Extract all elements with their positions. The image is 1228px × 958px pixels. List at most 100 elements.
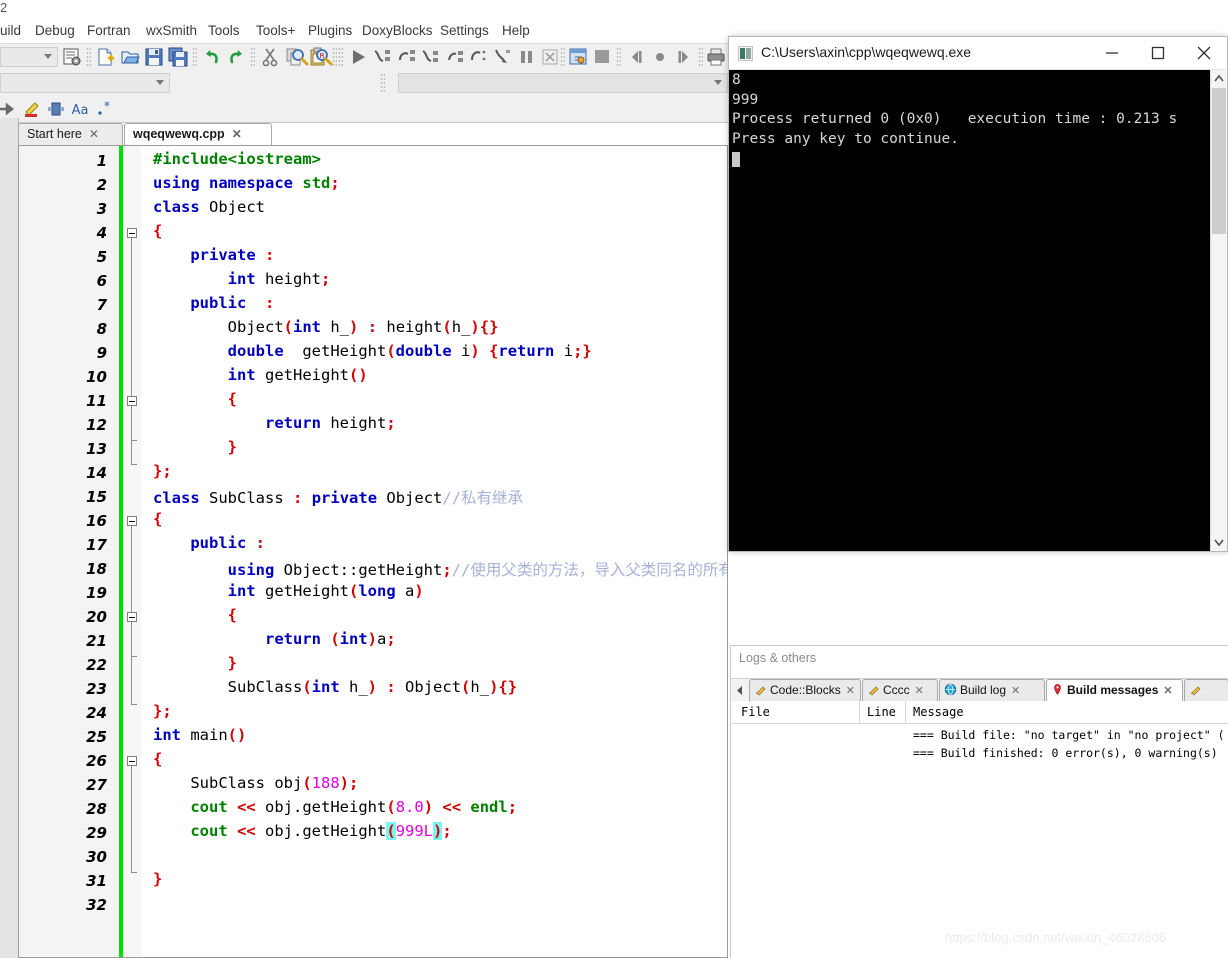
console-close-button[interactable]	[1181, 37, 1227, 69]
scroll-down-icon[interactable]	[1211, 534, 1227, 551]
code-line: int height;	[227, 270, 331, 288]
console-minimize-button[interactable]	[1089, 37, 1135, 69]
code-line: double getHeight(double i) {return i;}	[227, 342, 592, 360]
line-number: 25	[86, 728, 107, 746]
table-row[interactable]: === Build file: "no target" in "no proje…	[913, 728, 1225, 742]
column-divider[interactable]	[859, 701, 860, 723]
line-number: 3	[96, 200, 107, 218]
column-header-file[interactable]: File	[741, 705, 770, 719]
close-icon	[1197, 46, 1211, 60]
open-file-icon[interactable]	[120, 47, 140, 67]
menu-item-toolsplus[interactable]: Tools+	[256, 23, 295, 38]
logs-tab-close-icon[interactable]: ✕	[915, 685, 924, 697]
menu-item-debug[interactable]: Debug	[35, 23, 75, 38]
save-icon[interactable]	[144, 47, 164, 67]
stop-icon[interactable]	[540, 47, 560, 67]
code-line: }	[153, 870, 163, 888]
code-line: return (int)a;	[264, 630, 396, 648]
printer-icon[interactable]	[706, 47, 726, 67]
debug-step-into-icon[interactable]	[372, 47, 392, 67]
debug-next-line-icon[interactable]	[420, 47, 440, 67]
column-header-message[interactable]: Message	[913, 705, 964, 719]
tab-scroll-left-icon[interactable]	[733, 683, 746, 698]
prev-bookmark-icon[interactable]	[626, 47, 646, 67]
logs-tab-cccc[interactable]: Cccc ✕	[862, 679, 938, 702]
menu-item-fortran[interactable]: Fortran	[87, 23, 131, 38]
logs-tab-partial[interactable]	[1184, 679, 1228, 702]
debugging-windows-icon[interactable]	[568, 47, 588, 67]
console-title-bar[interactable]: C:\Users\axin\cpp\wqeqwewq.exe	[729, 37, 1227, 70]
column-header-line[interactable]: Line	[867, 705, 896, 719]
console-output-area[interactable]: 8 999 Process returned 0 (0x0) execution…	[729, 70, 1227, 551]
scroll-up-icon[interactable]	[1211, 70, 1227, 87]
tab-wqeqwewq-cpp[interactable]: wqeqwewq.cpp ✕	[124, 123, 272, 145]
column-divider[interactable]	[905, 701, 906, 723]
messages-grid-header: File Line Message	[731, 701, 1228, 724]
tab-close-icon[interactable]: ✕	[232, 127, 242, 141]
logs-tab-build-log[interactable]: Build log ✕	[939, 679, 1045, 702]
debug-step-over-icon[interactable]	[396, 47, 416, 67]
find-icon[interactable]	[290, 47, 310, 67]
logs-tab-close-icon[interactable]: ✕	[846, 685, 855, 697]
fold-toggle-icon[interactable]	[127, 396, 137, 406]
tab-label: Start here	[27, 127, 82, 141]
new-file-icon[interactable]	[96, 47, 116, 67]
line-number: 1	[96, 152, 107, 170]
logs-tab-close-icon[interactable]: ✕	[1163, 685, 1172, 697]
fold-toggle-icon[interactable]	[127, 228, 137, 238]
menu-item-tools[interactable]: Tools	[208, 23, 240, 38]
menu-item-wxsmith[interactable]: wxSmith	[146, 23, 197, 38]
console-window[interactable]: C:\Users\axin\cpp\wqeqwewq.exe 8 999 Pro…	[728, 36, 1228, 552]
undo-icon[interactable]	[202, 47, 222, 67]
debug-continue-icon[interactable]	[468, 47, 488, 67]
left-dock-strip[interactable]: «	[0, 118, 19, 958]
chevron-down-icon	[156, 80, 164, 85]
logs-tab-build-messages[interactable]: Build messages ✕	[1046, 679, 1183, 702]
cut-icon[interactable]	[260, 47, 280, 67]
regex-icon[interactable]: *	[94, 99, 114, 119]
menu-item-build[interactable]: uild	[0, 23, 21, 38]
redo-icon[interactable]	[226, 47, 246, 67]
toolbar-search-combo[interactable]	[398, 73, 728, 93]
font-case-icon[interactable]: Aa	[70, 99, 90, 119]
logs-tab-codeblocks[interactable]: Code::Blocks ✕	[749, 679, 861, 702]
debug-run-to-cursor-icon[interactable]	[492, 47, 512, 67]
table-row[interactable]: === Build finished: 0 error(s), 0 warnin…	[913, 746, 1218, 760]
logs-tab-close-icon[interactable]: ✕	[1011, 685, 1020, 697]
console-maximize-button[interactable]	[1135, 37, 1181, 69]
menu-item-plugins[interactable]: Plugins	[308, 23, 352, 38]
stop-debugger-icon[interactable]	[592, 47, 612, 67]
replace-icon[interactable]: R	[314, 47, 334, 67]
code-editor[interactable]: 1 2 3 4 5 6 7 8 9 10 11 12 13 14 15 16 1…	[18, 145, 728, 958]
fold-toggle-icon[interactable]	[127, 612, 137, 622]
tab-close-icon[interactable]: ✕	[89, 127, 99, 141]
dock-strip-handle[interactable]: «	[0, 122, 2, 128]
fold-toggle-icon[interactable]	[127, 756, 137, 766]
pause-icon[interactable]	[516, 47, 536, 67]
next-bookmark-icon[interactable]	[674, 47, 694, 67]
toolbar-target-combo[interactable]	[0, 47, 58, 67]
bookmark-icon[interactable]	[650, 47, 670, 67]
menu-item-settings[interactable]: Settings	[440, 23, 489, 38]
tab-start-here[interactable]: Start here ✕	[18, 123, 123, 145]
highlight-icon[interactable]	[22, 99, 42, 119]
toolbar-separator	[86, 47, 91, 67]
project-properties-icon[interactable]	[62, 47, 82, 67]
console-scrollbar[interactable]	[1210, 70, 1227, 551]
goto-icon[interactable]	[0, 99, 16, 119]
menu-item-help[interactable]: Help	[502, 23, 530, 38]
scrollbar-thumb[interactable]	[1212, 88, 1226, 234]
fold-toggle-icon[interactable]	[127, 516, 137, 526]
format-icon[interactable]	[46, 99, 66, 119]
line-number-gutter: 1 2 3 4 5 6 7 8 9 10 11 12 13 14 15 16 1…	[19, 146, 119, 957]
fold-margin[interactable]	[123, 146, 141, 957]
secondary-toolbar	[0, 70, 728, 97]
menu-item-doxyblocks[interactable]: DoxyBlocks	[362, 23, 433, 38]
line-number: 9	[96, 344, 107, 362]
run-icon[interactable]	[348, 47, 368, 67]
save-all-icon[interactable]	[168, 47, 188, 67]
toolbar-build-target-combo[interactable]	[0, 73, 170, 93]
debug-step-out-icon[interactable]	[444, 47, 464, 67]
code-text-area[interactable]: #include<iostream> using namespace std; …	[141, 146, 727, 957]
line-number: 21	[86, 632, 107, 650]
